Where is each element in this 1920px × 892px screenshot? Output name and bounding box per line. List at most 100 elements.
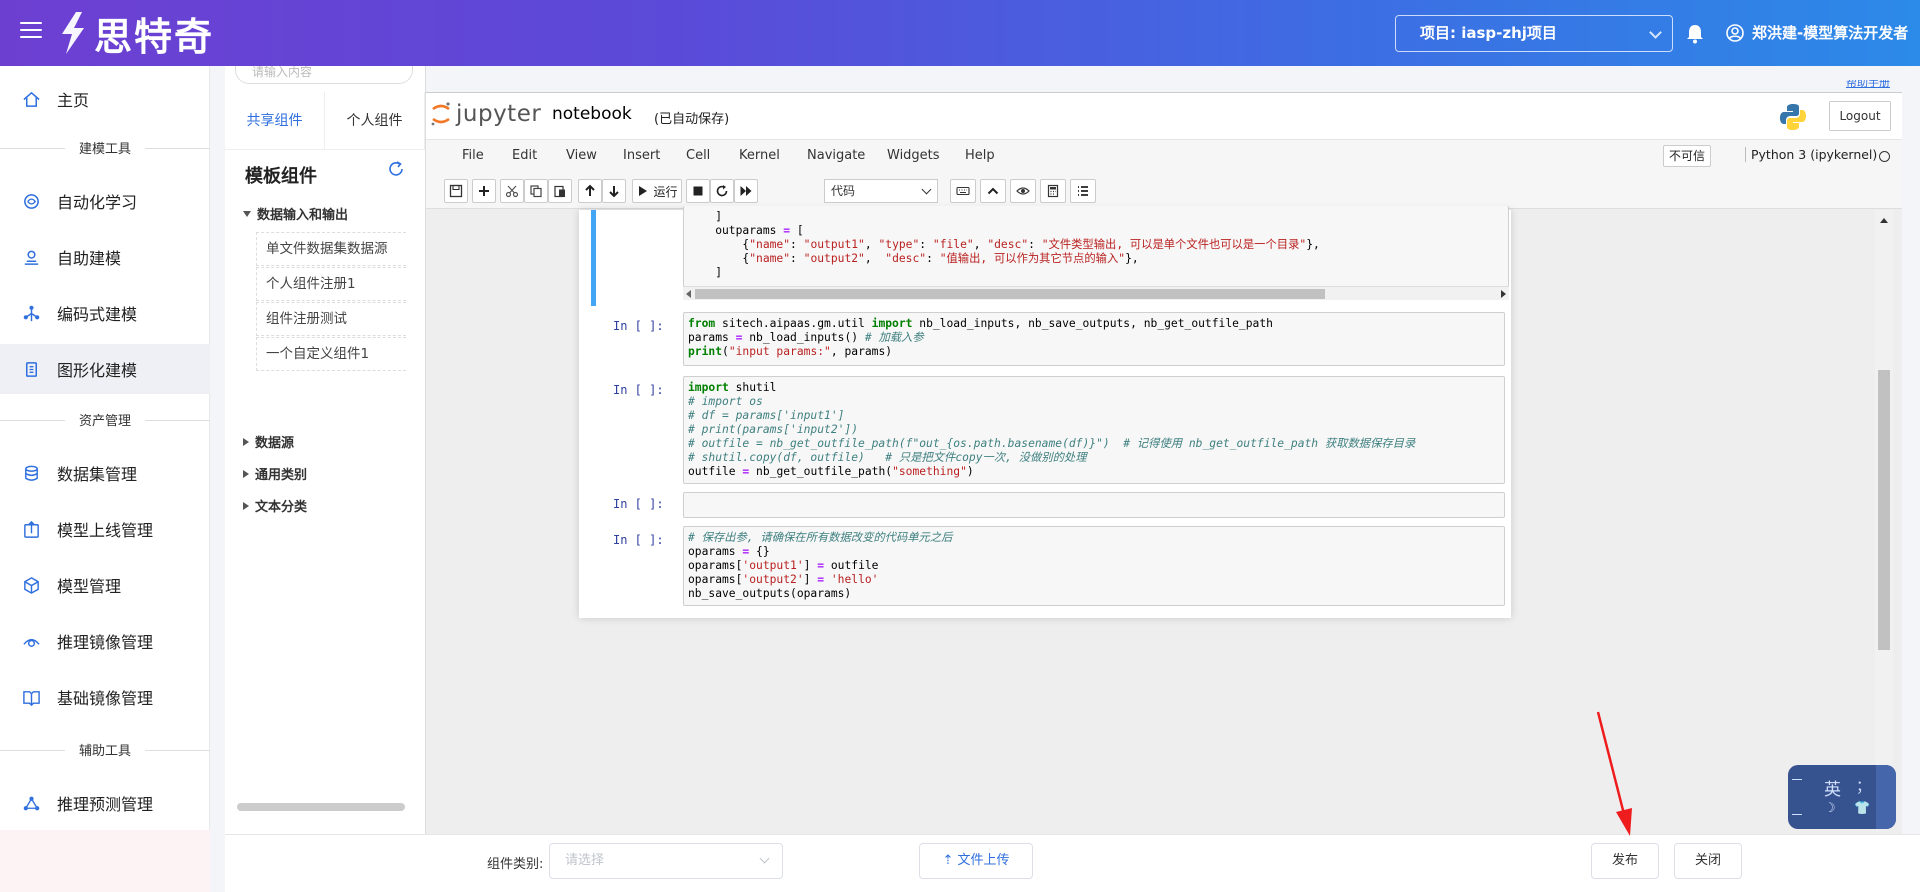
- ime-side-panel[interactable]: [1876, 765, 1896, 829]
- cell-editor[interactable]: # 保存出参, 请确保在所有数据改变的代码单元之后 oparams = {} o…: [683, 526, 1505, 606]
- menu-file[interactable]: File: [462, 148, 484, 163]
- tree-leaf[interactable]: 单文件数据集数据源: [256, 232, 406, 266]
- interrupt-button[interactable]: [686, 179, 710, 203]
- tab-shared-components[interactable]: 共享组件: [225, 92, 325, 149]
- code-cell[interactable]: In [ ]: import shutil # import os # df =…: [591, 376, 1505, 484]
- sidebar-item-deploy[interactable]: 模型上线管理: [0, 504, 210, 554]
- tree-group-datasource[interactable]: 数据源: [243, 432, 294, 451]
- move-down-button[interactable]: [602, 179, 626, 203]
- sidebar-item-inference-predict[interactable]: 推理预测管理: [0, 778, 210, 828]
- save-button[interactable]: [444, 179, 468, 203]
- code-cell[interactable]: In [ ]: from sitech.aipaas.gm.util impor…: [591, 312, 1505, 366]
- logout-button[interactable]: Logout: [1829, 101, 1891, 131]
- jupyter-menubar: File Edit View Insert Cell Kernel Naviga…: [426, 139, 1902, 173]
- list-icon: [1078, 186, 1088, 196]
- tree-group-text-classification[interactable]: 文本分类: [243, 496, 307, 515]
- sidebar-item-graph-model[interactable]: 图形化建模: [0, 344, 210, 394]
- project-select[interactable]: 项目: iasp-zhj项目: [1395, 15, 1673, 52]
- ime-toolbar[interactable]: 英 ； ☽ 👕: [1788, 765, 1896, 829]
- cell-type-select[interactable]: 代码: [824, 179, 938, 203]
- menu-widgets[interactable]: Widgets: [887, 148, 940, 163]
- code-model-icon: [23, 305, 40, 321]
- jupyter-logo[interactable]: jupyter: [430, 101, 541, 127]
- chevron-down-icon: [759, 853, 770, 864]
- code-cell-selected[interactable]: ] outparams = [ {"name": "output1", "typ…: [591, 206, 1509, 306]
- upload-icon: ⇡: [942, 853, 954, 868]
- tree-leaf[interactable]: 个人组件注册1: [256, 267, 406, 301]
- component-search-input[interactable]: 请输入内容: [235, 66, 413, 84]
- arrow-down-icon: [609, 186, 619, 198]
- sidebar-item-inference-images[interactable]: 推理镜像管理: [0, 616, 210, 666]
- menu-insert[interactable]: Insert: [623, 148, 660, 163]
- cut-button[interactable]: [500, 179, 524, 203]
- automl-icon: [24, 193, 39, 209]
- notebook-name[interactable]: notebook: [552, 104, 632, 124]
- collapse-button[interactable]: [980, 179, 1006, 203]
- cell-editor[interactable]: [683, 492, 1505, 518]
- sidebar-item-datasets[interactable]: 数据集管理: [0, 448, 210, 498]
- code-cell[interactable]: In [ ]: # 保存出参, 请确保在所有数据改变的代码单元之后 oparam…: [591, 526, 1505, 606]
- ime-handle-icon[interactable]: [1792, 779, 1802, 815]
- menu-edit[interactable]: Edit: [512, 148, 537, 163]
- kernel-name[interactable]: Python 3 (ipykernel): [1745, 147, 1877, 162]
- help-link[interactable]: 帮助手册: [1846, 80, 1890, 90]
- restart-button[interactable]: [710, 179, 734, 203]
- paste-button[interactable]: [548, 179, 572, 203]
- scroll-up-icon[interactable]: [1880, 218, 1888, 223]
- panel-scrollbar[interactable]: [237, 803, 405, 811]
- menu-view[interactable]: View: [566, 148, 597, 163]
- trusted-indicator[interactable]: 不可信: [1663, 145, 1712, 167]
- run-button[interactable]: 运行: [632, 179, 682, 203]
- tab-personal-components[interactable]: 个人组件: [325, 92, 425, 149]
- insert-cell-button[interactable]: [472, 179, 496, 203]
- publish-button[interactable]: 发布: [1591, 843, 1659, 879]
- run-label: 运行: [653, 184, 678, 199]
- bell-icon[interactable]: [1686, 24, 1704, 44]
- restart-run-all-button[interactable]: [734, 179, 758, 203]
- network-icon: [23, 796, 40, 810]
- scrollbar-thumb[interactable]: [695, 289, 1325, 299]
- category-select[interactable]: 请选择: [549, 843, 783, 879]
- tree-leaf[interactable]: 组件注册测试: [256, 302, 406, 336]
- upload-button[interactable]: ⇡ 文件上传: [919, 843, 1033, 879]
- horizontal-scrollbar[interactable]: [683, 286, 1509, 300]
- toc-button[interactable]: [1070, 179, 1096, 203]
- tree-group-general[interactable]: 通用类别: [243, 464, 307, 483]
- menu-kernel[interactable]: Kernel: [739, 148, 780, 163]
- calculator-button[interactable]: [1040, 179, 1066, 203]
- sidebar-item-base-images[interactable]: 基础镜像管理: [0, 672, 210, 722]
- copy-button[interactable]: [524, 179, 548, 203]
- skin-icon[interactable]: 👕: [1854, 801, 1870, 816]
- sidebar-item-code-model[interactable]: 编码式建模: [0, 288, 210, 338]
- tree-group-io[interactable]: 数据输入和输出: [243, 204, 348, 223]
- restart-icon: [716, 185, 728, 197]
- ime-language[interactable]: 英: [1824, 775, 1841, 800]
- sidebar-item-models[interactable]: 模型管理: [0, 560, 210, 610]
- refresh-icon[interactable]: [387, 160, 405, 178]
- sidebar-item-home[interactable]: 主页: [0, 74, 210, 124]
- scrollbar-thumb[interactable]: [1878, 370, 1890, 650]
- cell-editor[interactable]: from sitech.aipaas.gm.util import nb_loa…: [683, 312, 1505, 366]
- code-cell-empty[interactable]: In [ ]:: [591, 492, 1505, 518]
- command-palette-button[interactable]: [950, 179, 976, 203]
- arrow-up-icon: [585, 184, 595, 196]
- menu-help[interactable]: Help: [965, 148, 995, 163]
- moon-icon[interactable]: ☽: [1824, 801, 1836, 816]
- ime-punctuation[interactable]: ；: [1856, 775, 1871, 796]
- menu-navigate[interactable]: Navigate: [807, 148, 865, 163]
- move-up-button[interactable]: [578, 179, 602, 203]
- preview-button[interactable]: [1010, 179, 1036, 203]
- vertical-scrollbar[interactable]: [1875, 210, 1893, 770]
- sidebar-item-self-model[interactable]: 自助建模: [0, 232, 210, 282]
- sidebar-item-automl[interactable]: 自动化学习: [0, 176, 210, 226]
- close-button[interactable]: 关闭: [1674, 843, 1742, 879]
- tree-leaf[interactable]: 一个自定义组件1: [256, 337, 406, 371]
- user-menu[interactable]: 郑洪建-模型算法开发者: [1726, 22, 1908, 43]
- sidebar-item-label: 自助建模: [57, 249, 122, 268]
- chevron-down-icon: [1649, 26, 1662, 39]
- menu-toggle-icon[interactable]: [20, 22, 42, 42]
- cell-editor[interactable]: import shutil # import os # df = params[…: [683, 376, 1505, 484]
- scroll-left-icon[interactable]: [686, 290, 691, 298]
- menu-cell[interactable]: Cell: [686, 148, 710, 163]
- scroll-right-icon[interactable]: [1501, 290, 1506, 298]
